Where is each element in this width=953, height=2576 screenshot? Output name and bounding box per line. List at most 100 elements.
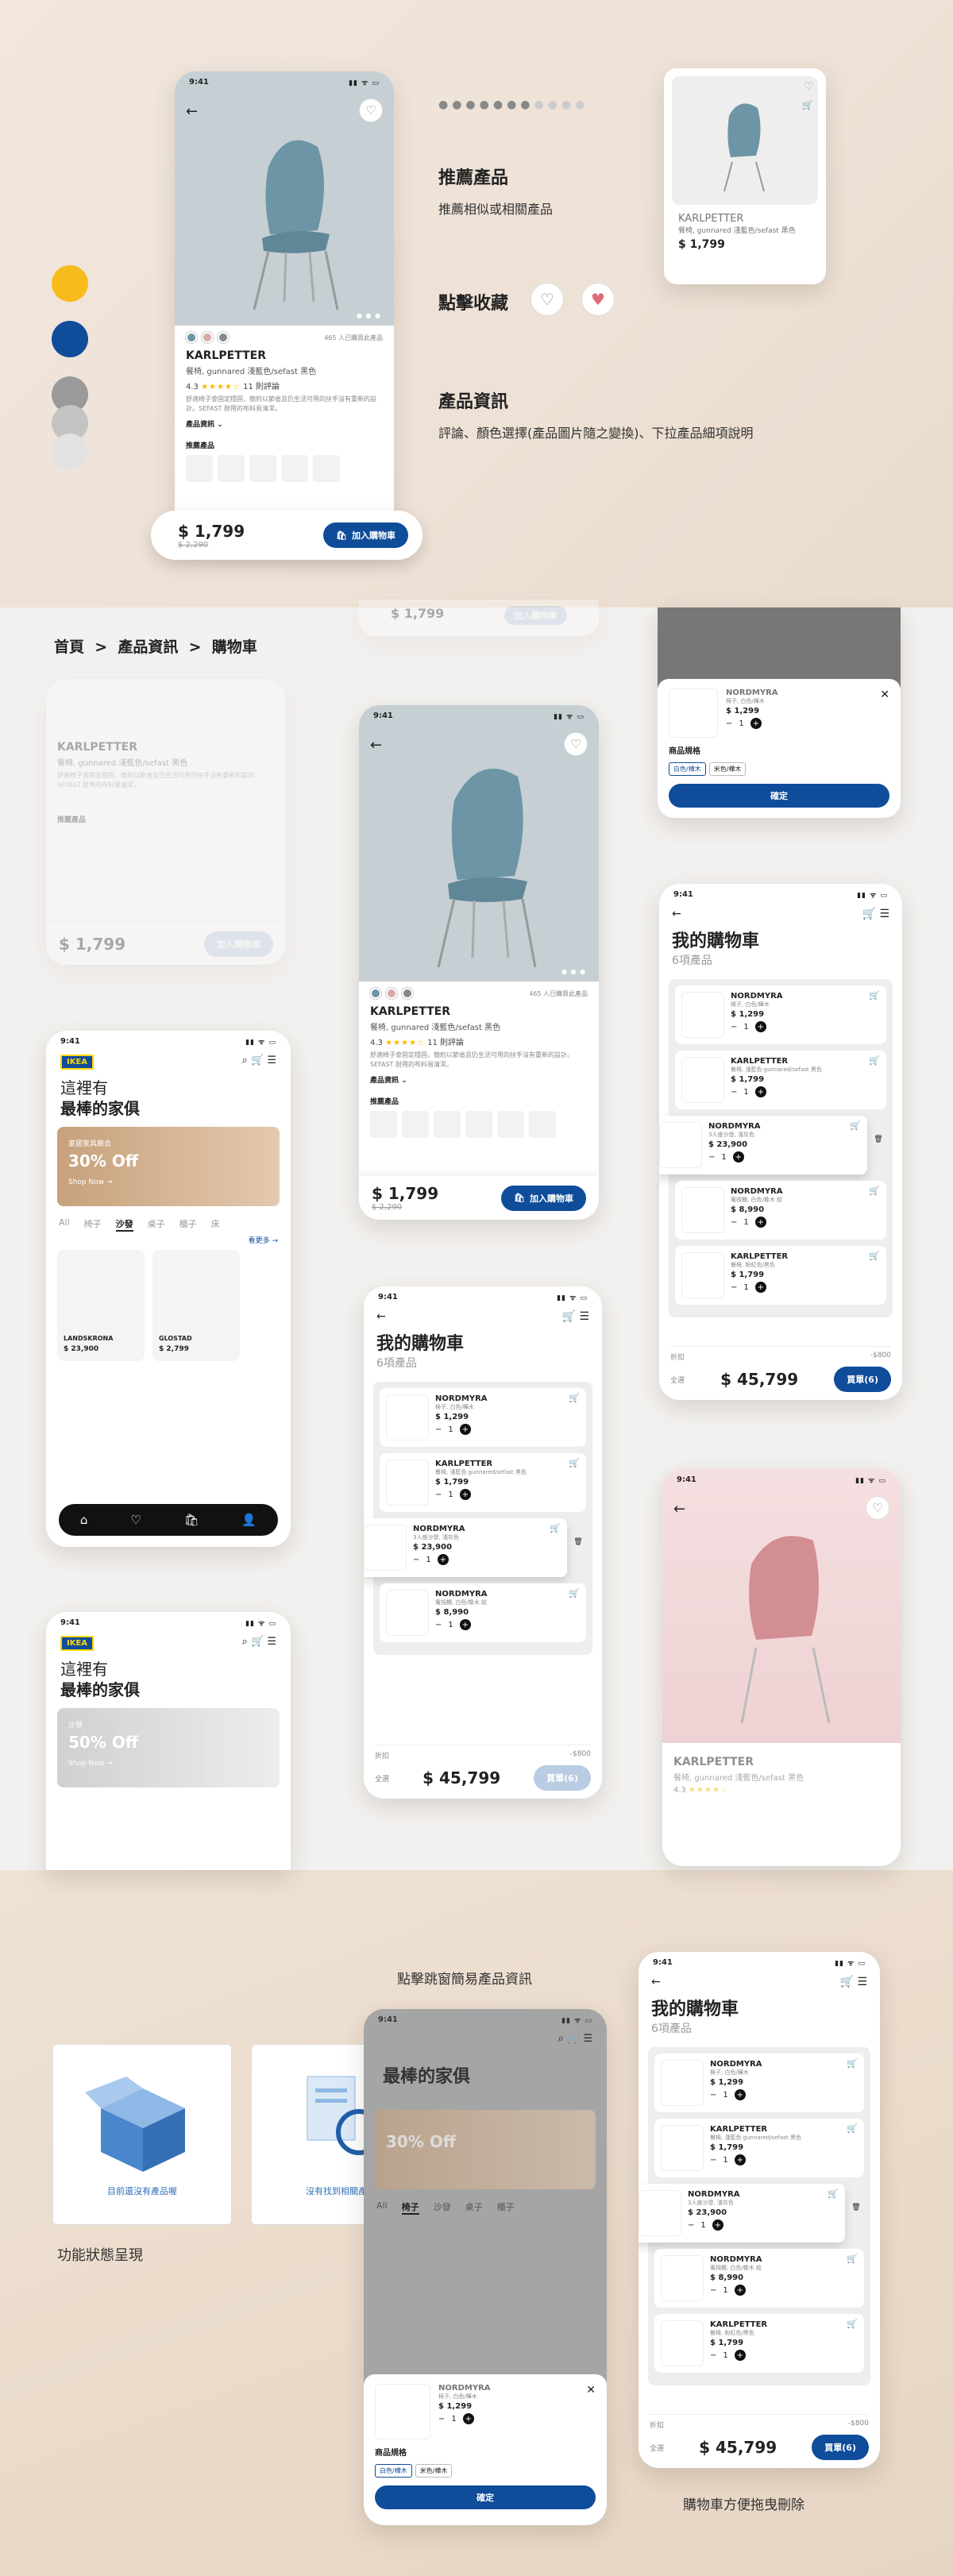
cart-icon[interactable]: 🛒 — [869, 990, 880, 1001]
tab-chairs[interactable]: 椅子 — [401, 2200, 419, 2215]
minus-icon[interactable]: − — [413, 1556, 419, 1564]
trash-icon[interactable]: 🗑 — [872, 1133, 885, 1146]
minus-icon[interactable]: − — [731, 1283, 737, 1292]
tab-sofas[interactable]: 沙發 — [434, 2200, 451, 2215]
tab-all[interactable]: All — [376, 2200, 388, 2215]
checkout-button[interactable]: 買單(6) — [812, 2435, 869, 2460]
spec-option[interactable]: 米色/樺木 — [708, 762, 747, 776]
promo-banner[interactable]: 家居家具廠合 30% Off Shop Now → — [57, 1127, 280, 1206]
home-icon[interactable]: ⌂ — [80, 1513, 88, 1527]
plus-icon[interactable]: + — [734, 2154, 746, 2165]
recommend-item[interactable] — [465, 1111, 492, 1138]
cart-icon[interactable]: 🛒 — [569, 1393, 580, 1403]
cart-icon[interactable]: 🛒 — [847, 2319, 858, 2329]
cart-icon[interactable]: 🛒 — [550, 1523, 561, 1533]
product-info-toggle[interactable]: 產品資訊 ⌄ — [370, 1074, 588, 1085]
cart-icon[interactable]: 🛒 — [862, 908, 876, 920]
product-info-toggle[interactable]: 產品資訊 ⌄ — [186, 418, 383, 429]
search-icon[interactable]: ⌕ — [242, 1055, 248, 1066]
user-icon[interactable]: 👤 — [241, 1513, 257, 1527]
tab-all[interactable]: All — [59, 1217, 70, 1232]
ikea-logo[interactable]: IKEA — [60, 1055, 95, 1070]
swatch-grey[interactable] — [402, 988, 413, 999]
select-all[interactable]: 全選 — [650, 2443, 664, 2453]
promo-banner[interactable]: 沙發 50% Off Shop Now → — [57, 1708, 280, 1787]
plus-icon[interactable]: + — [734, 2089, 746, 2100]
minus-icon[interactable]: − — [710, 2156, 716, 2165]
cart-icon[interactable]: 🛒 — [251, 1055, 264, 1066]
tab-beds[interactable]: 床 — [211, 1217, 220, 1232]
cart-item[interactable]: KARLPETTER 餐椅, 淺藍色 gunnared/sefast 黑色 $ 1,… — [380, 1453, 586, 1512]
close-icon[interactable]: ✕ — [880, 688, 889, 738]
product-card[interactable]: GLOSTAD $ 2,799 — [152, 1250, 240, 1361]
cart-item[interactable]: NORDMYRA 電視櫃, 白色/橡木 紋 $ 8,990−1 + 🛒 — [380, 1583, 586, 1642]
recommend-item[interactable] — [218, 455, 245, 482]
minus-icon[interactable]: − — [726, 719, 732, 728]
add-to-cart-button[interactable]: 加入購物車 — [504, 606, 567, 625]
close-icon[interactable]: ✕ — [586, 2384, 596, 2439]
minus-icon[interactable]: − — [688, 2221, 694, 2230]
minus-icon[interactable]: − — [708, 1153, 715, 1162]
review-count[interactable]: 11 則評論 — [427, 1039, 464, 1047]
menu-icon[interactable]: ☰ — [879, 908, 889, 920]
cart-item[interactable]: NORDMYRA 椅子, 白色/樺木 $ 1,299−1 + 🛒 — [675, 985, 886, 1044]
tab-tables[interactable]: 桌子 — [148, 1217, 165, 1232]
back-arrow-icon[interactable]: ← — [651, 1976, 661, 1988]
coupon-label[interactable]: 折扣 — [650, 2420, 664, 2430]
cart-icon[interactable]: 🛒 — [567, 2033, 580, 2045]
plus-icon[interactable]: + — [459, 1489, 471, 1500]
confirm-button[interactable]: 確定 — [669, 784, 889, 808]
cart-item[interactable]: NORDMYRA 椅子, 白色/樺木 $ 1,299−1 + 🛒 — [654, 2053, 864, 2112]
menu-icon[interactable]: ☰ — [267, 1636, 276, 1648]
menu-icon[interactable]: ☰ — [857, 1976, 867, 1988]
recommend-item[interactable] — [497, 1111, 524, 1138]
cart-item[interactable]: NORDMYRA 電視櫃, 白色/橡木 紋 $ 8,990−1 + 🛒 — [654, 2249, 864, 2308]
minus-icon[interactable]: − — [438, 2415, 445, 2424]
checkout-button[interactable]: 買單(6) — [834, 1367, 891, 1392]
plus-icon[interactable]: + — [462, 2413, 474, 2424]
tab-cabinets[interactable]: 櫃子 — [497, 2200, 515, 2215]
plus-icon[interactable]: + — [754, 1282, 766, 1293]
recommend-item[interactable] — [434, 1111, 461, 1138]
trash-icon[interactable]: 🗑 — [850, 2201, 862, 2214]
product-card[interactable]: LANDSKRONA $ 23,900 — [57, 1250, 145, 1361]
menu-icon[interactable]: ☰ — [267, 1055, 276, 1066]
tab-chairs[interactable]: 椅子 — [84, 1217, 102, 1232]
back-arrow-icon[interactable]: ← — [376, 1310, 386, 1323]
plus-icon[interactable]: + — [734, 2285, 746, 2296]
checkout-button[interactable]: 買單(6) — [534, 1765, 591, 1791]
minus-icon[interactable]: − — [731, 1218, 737, 1227]
cart-icon[interactable]: 🛒 — [847, 2058, 858, 2069]
swatch-pink[interactable] — [202, 332, 213, 343]
promo-banner[interactable]: 30% Off — [375, 2110, 596, 2189]
minus-icon[interactable]: − — [435, 1621, 442, 1629]
review-count[interactable]: 11 則評論 — [243, 383, 280, 391]
cart-icon[interactable]: 🛒 — [569, 1458, 580, 1468]
spec-option-selected[interactable]: 白色/樺木 — [669, 762, 706, 776]
cart-item[interactable]: KARLPETTER 餐椅, 粉紅色/黑色 $ 1,799−1 + 🛒 — [654, 2314, 864, 2373]
recommend-item[interactable] — [281, 455, 308, 482]
ikea-logo[interactable]: IKEA — [60, 1636, 95, 1651]
minus-icon[interactable]: − — [710, 2091, 716, 2100]
add-to-cart-button[interactable]: 🛍 加入購物車 — [501, 1185, 586, 1211]
swatch-blue[interactable] — [186, 332, 197, 343]
select-all[interactable]: 全選 — [670, 1375, 685, 1385]
cart-icon[interactable]: 🛒 — [869, 1055, 880, 1066]
recommend-item[interactable] — [313, 455, 340, 482]
cart-item-dragging[interactable]: NORDMYRA 3人座沙發, 淺灰色 $ 23,900−1 + 🛒 🗑 — [659, 1116, 885, 1174]
cart-icon[interactable]: 🛒 — [840, 1976, 854, 1988]
tab-cabinets[interactable]: 櫃子 — [179, 1217, 197, 1232]
recommend-item[interactable] — [370, 1111, 397, 1138]
plus-icon[interactable]: + — [437, 1554, 449, 1565]
minus-icon[interactable]: − — [731, 1023, 737, 1032]
plus-icon[interactable]: + — [732, 1151, 744, 1163]
tab-tables[interactable]: 桌子 — [465, 2200, 483, 2215]
back-arrow-icon[interactable]: ← — [672, 908, 681, 920]
spec-option-selected[interactable]: 白色/樺木 — [375, 2464, 412, 2478]
recommend-item[interactable] — [186, 455, 213, 482]
select-all[interactable]: 全選 — [375, 1773, 389, 1784]
minus-icon[interactable]: − — [731, 1088, 737, 1097]
coupon-label[interactable]: 折扣 — [670, 1352, 685, 1362]
swatch-grey[interactable] — [218, 332, 229, 343]
cart-icon[interactable]: 🛒 — [562, 1310, 576, 1323]
